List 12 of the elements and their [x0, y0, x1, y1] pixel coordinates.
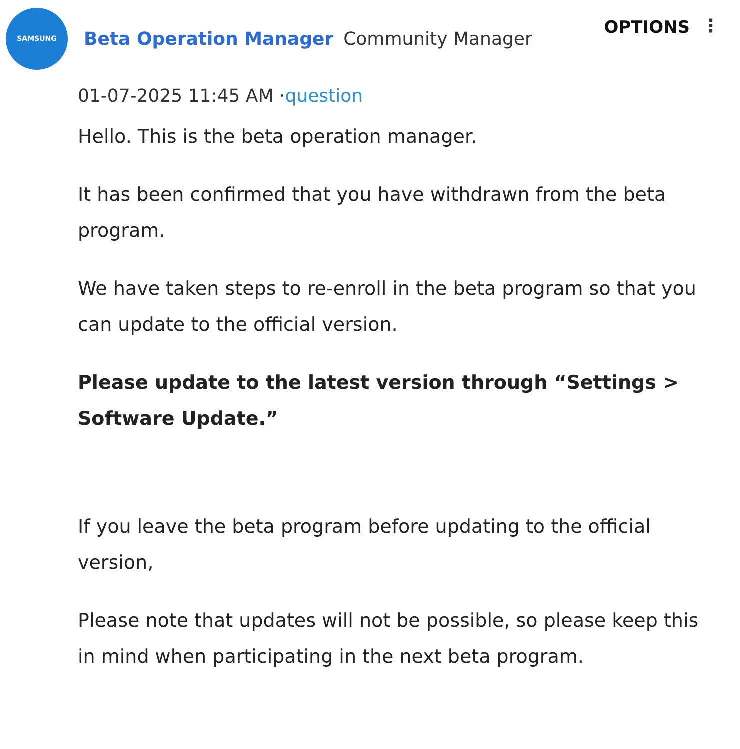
paragraph: Hello. This is the beta operation manager.: [78, 125, 478, 150]
author-link[interactable]: Beta Operation Manager: [84, 28, 334, 50]
paragraph: We have taken steps to re-enroll in the beta program so that you can update to the official version.: [78, 277, 698, 338]
paragraph: Please update to the latest version through “Settings > Software Update.”: [78, 371, 680, 432]
paragraph: It has been confirmed that you have withdrawn from the beta program.: [78, 183, 668, 244]
role-label: Community Manager: [344, 28, 532, 50]
paragraph: Please note that updates will not be possible, so please keep this in mind when participating in the next beta program.: [78, 609, 700, 670]
tag-link[interactable]: question: [285, 86, 364, 107]
options-button[interactable]: OPTIONS: [604, 18, 690, 38]
paragraph: If you leave the beta program before updating to the official version,: [78, 515, 652, 576]
more-button[interactable]: ⋮: [702, 16, 720, 37]
post-date: 01-07-2025 11:45 AM ·question: [78, 86, 364, 107]
